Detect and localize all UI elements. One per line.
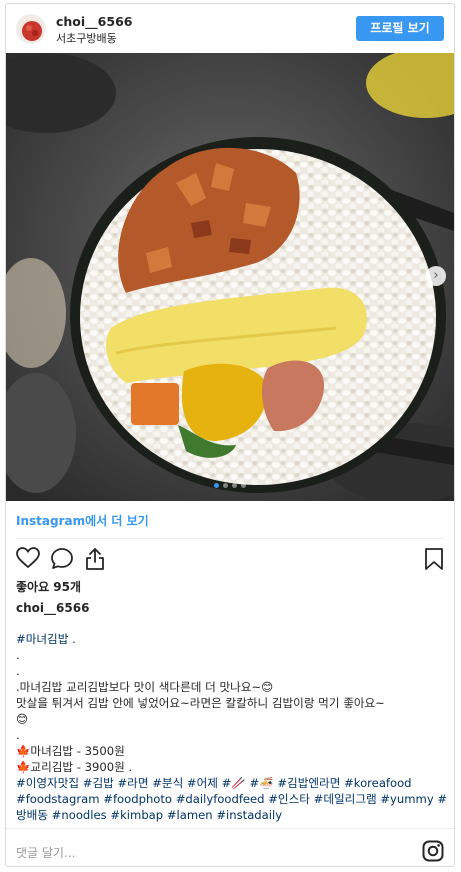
caption-line: . bbox=[16, 664, 20, 678]
caption-author[interactable]: choi__6566 bbox=[16, 601, 89, 615]
post-caption: #마녀김밥 . . . .마녀김밥 교리김밥보다 맛이 색다른데 더 맛나요~😊… bbox=[16, 631, 447, 823]
caption-line: . bbox=[16, 648, 20, 662]
chevron-right-icon[interactable]: › bbox=[426, 266, 446, 286]
kimbap-photo bbox=[6, 53, 454, 501]
post-photo[interactable]: › bbox=[6, 53, 454, 501]
caption-line: 맛살을 튀겨서 김밥 안에 넣었어요~라면은 칼칼하니 김밥이랑 먹기 좋아요~ bbox=[16, 696, 385, 710]
carousel-dot bbox=[241, 483, 246, 488]
caption-line[interactable]: #마녀김밥 . bbox=[16, 631, 446, 647]
username[interactable]: choi__6566 bbox=[56, 14, 132, 29]
heart-icon[interactable] bbox=[16, 547, 40, 573]
caption-line: .마녀김밥 교리김밥보다 맛이 색다른데 더 맛나요~😊 bbox=[16, 680, 274, 694]
caption-line: . bbox=[16, 728, 20, 742]
carousel-indicator bbox=[6, 483, 454, 488]
bookmark-icon[interactable] bbox=[424, 547, 444, 575]
hashtag-line[interactable]: #이영자맛집 #김밥 #라면 #분식 #어제 #🥢 #🍜 #김밥엔라면 #kor… bbox=[16, 775, 446, 791]
divider bbox=[16, 538, 444, 539]
carousel-dot bbox=[232, 483, 237, 488]
like-count[interactable]: 좋아요 95개 bbox=[16, 578, 81, 595]
add-comment-input[interactable]: 댓글 달기... bbox=[16, 844, 75, 861]
action-bar bbox=[16, 547, 444, 573]
view-more-on-instagram-link[interactable]: Instagram에서 더 보기 bbox=[16, 512, 149, 529]
divider bbox=[6, 828, 454, 829]
instagram-logo-icon[interactable] bbox=[422, 840, 444, 866]
instagram-embed-card: choi__6566 서초구방배동 프로필 보기 › Instagram에서 더… bbox=[5, 3, 455, 867]
location[interactable]: 서초구방배동 bbox=[56, 30, 117, 46]
post-header: choi__6566 서초구방배동 프로필 보기 bbox=[6, 4, 454, 54]
share-icon[interactable] bbox=[84, 547, 106, 575]
carousel-dot bbox=[223, 483, 228, 488]
caption-line: 🍁교리김밥 - 3900원 . bbox=[16, 760, 133, 774]
hashtag-line[interactable]: 방배동 #noodles #kimbap #lamen #instadaily bbox=[16, 807, 446, 823]
comment-icon[interactable] bbox=[50, 547, 74, 575]
caption-line: 😊 bbox=[16, 712, 29, 726]
caption-line: 🍁마녀김밥 - 3500원 bbox=[16, 744, 125, 758]
carousel-dot bbox=[214, 483, 219, 488]
avatar[interactable] bbox=[16, 14, 46, 44]
hashtag-line[interactable]: #foodstagram #foodphoto #dailyfoodfeed #… bbox=[16, 791, 447, 807]
view-profile-button[interactable]: 프로필 보기 bbox=[356, 16, 444, 41]
